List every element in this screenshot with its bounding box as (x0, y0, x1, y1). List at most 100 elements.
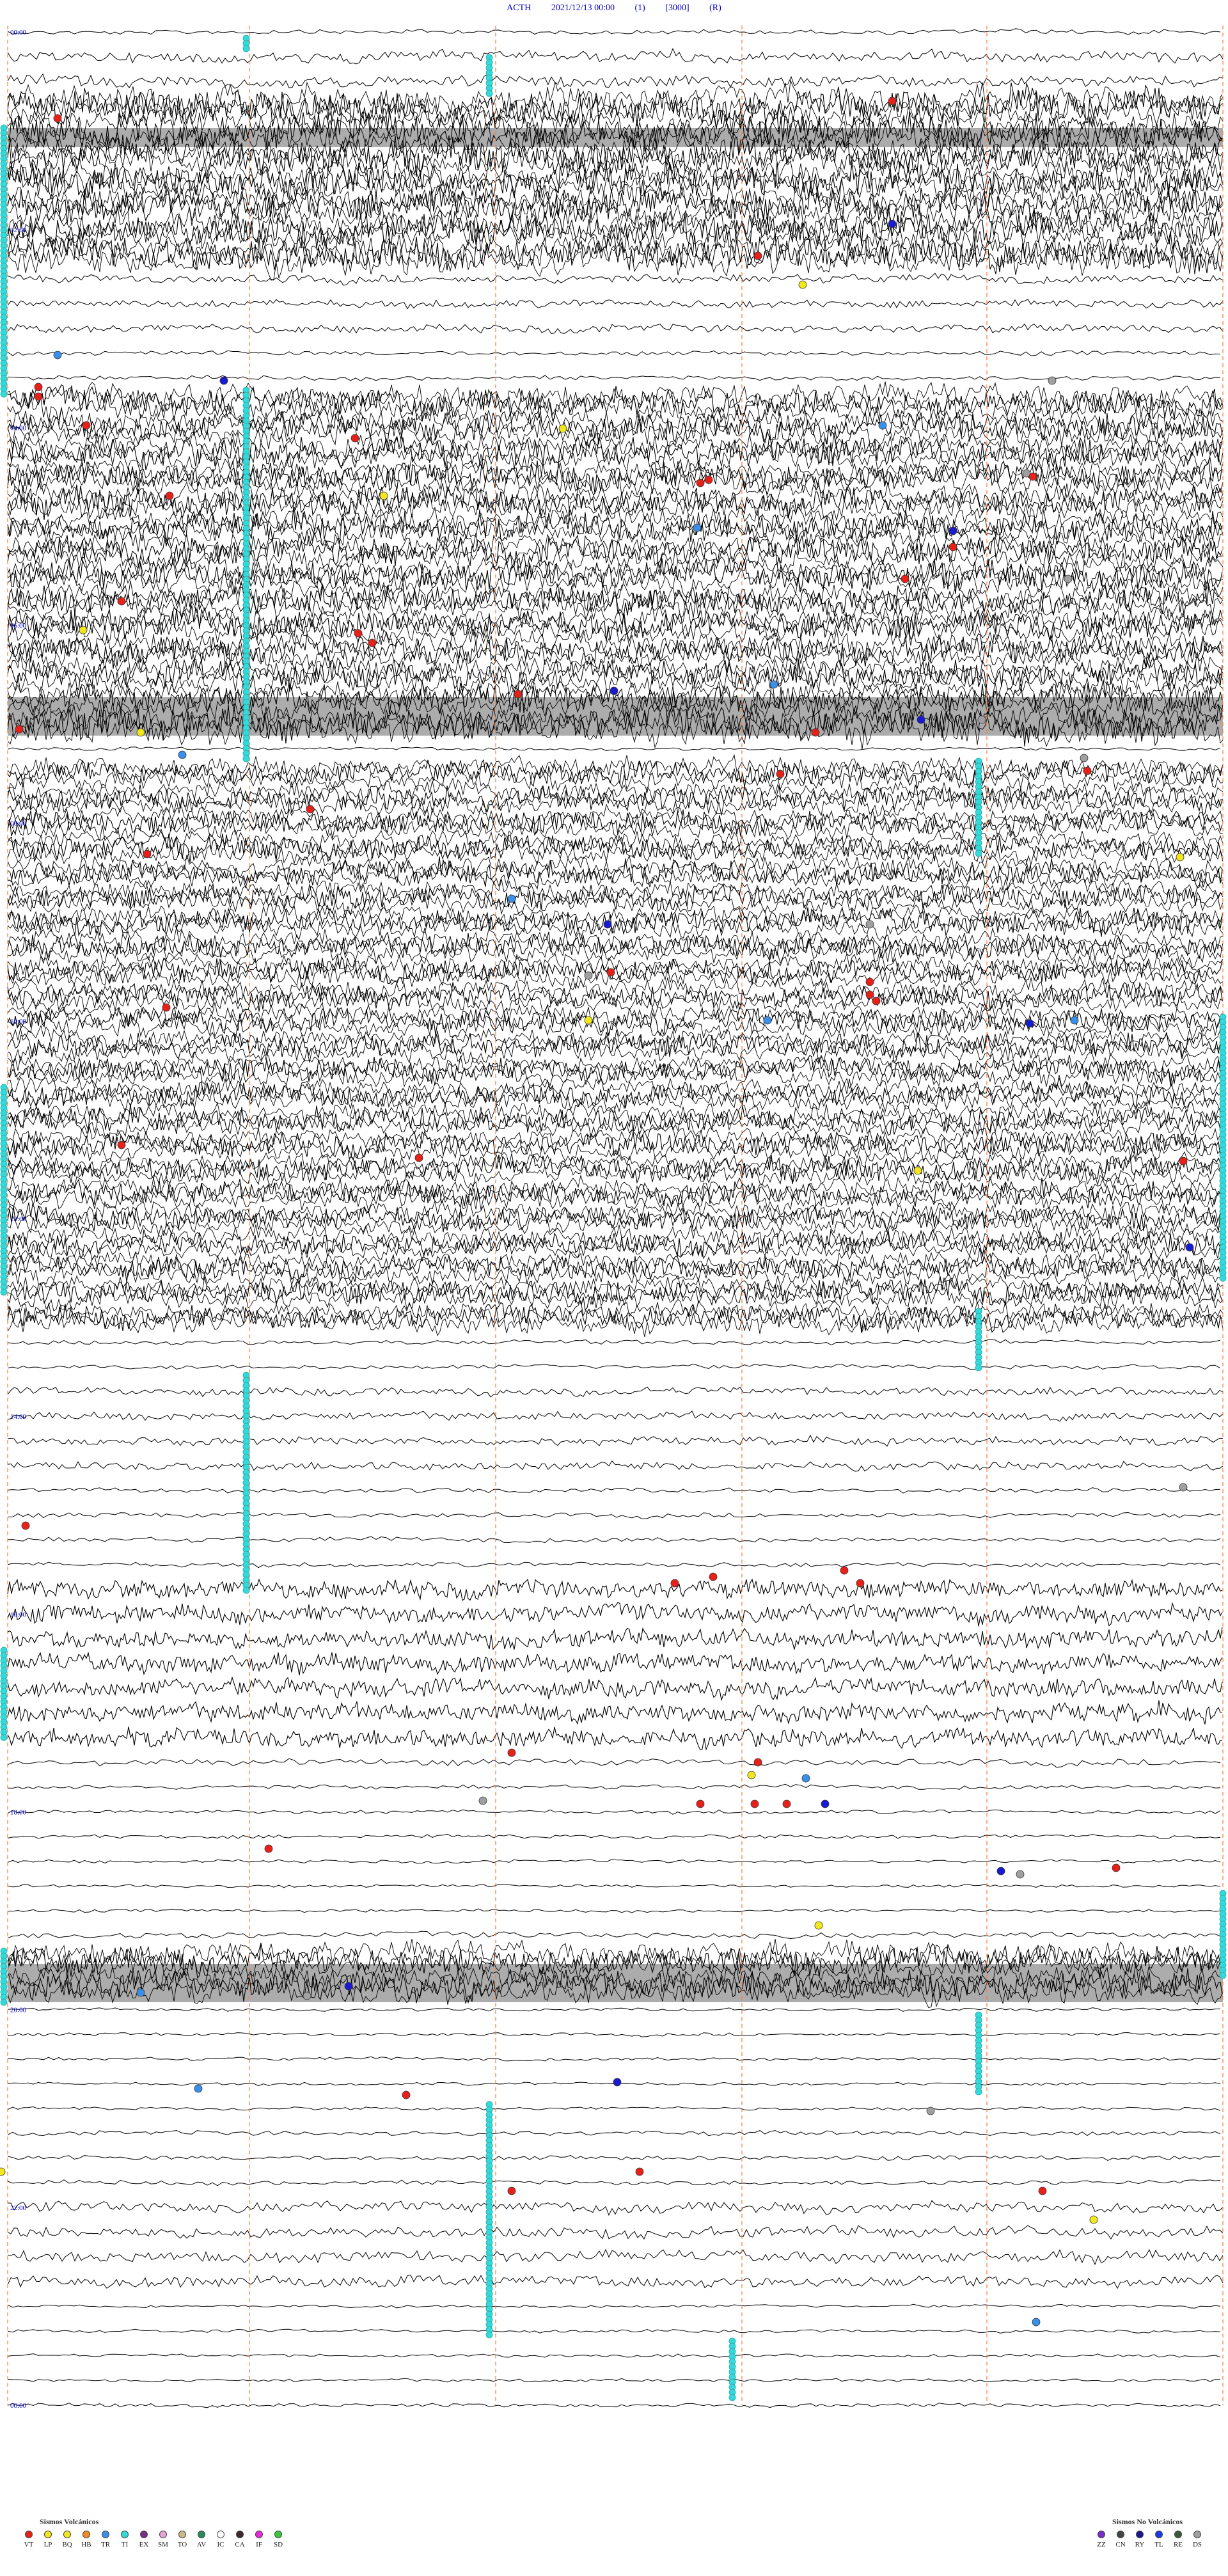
trace-line (7, 1460, 1224, 1472)
hour-label: 00:00 (10, 2402, 27, 2410)
legend-nonvolcanic-ds-color-dot (1193, 2531, 1201, 2538)
tremor-marker (1219, 1972, 1227, 1979)
trace-line (7, 759, 1223, 789)
legend-volcanic-ca-color-dot (236, 2531, 244, 2538)
legend-volcanic-tr-color-dot (102, 2531, 109, 2538)
legend-volcanic-title: Sismos Volcánicos (40, 2517, 99, 2526)
tremor-marker (1219, 1274, 1227, 1282)
event-marker (1080, 754, 1089, 763)
legend-volcanic-if-code: IF (256, 2541, 262, 2548)
event-marker (750, 1799, 759, 1808)
event-marker (478, 1796, 487, 1805)
legend-volcanic-item-ex: EX (134, 2531, 154, 2548)
hour-label: 16:00 (10, 1611, 27, 1618)
trace-line (7, 1578, 1223, 1601)
tremor-marker (242, 45, 250, 52)
legend-volcanic-hb-code: HB (81, 2541, 91, 2548)
event-marker (798, 280, 807, 289)
trace-line (7, 2378, 1221, 2383)
event-marker (136, 728, 145, 737)
trace-line (7, 2303, 1221, 2309)
trace-line (7, 803, 1224, 830)
legend-volcanic-ex-code: EX (139, 2541, 149, 2548)
event-marker (901, 574, 909, 583)
event-marker (949, 526, 957, 535)
tremor-marker (0, 1288, 8, 1296)
legend-volcanic-item-ca: CA (230, 2531, 249, 2548)
legend-volcanic-av-code: AV (196, 2541, 207, 2548)
trace-line (7, 1252, 1223, 1284)
event-marker (709, 1572, 718, 1581)
hour-label: 00:00 (10, 29, 27, 36)
hour-label: 10:00 (10, 1018, 27, 1025)
legend-volcanic-sm-color-dot (159, 2531, 167, 2538)
hour-label: 18:00 (10, 1809, 27, 1817)
tremor-marker (975, 849, 982, 857)
trace-line (7, 2106, 1221, 2111)
event-marker (379, 491, 388, 500)
tremor-marker (0, 1998, 8, 2006)
event-marker (996, 1867, 1005, 1876)
event-marker (34, 383, 43, 391)
event-marker (888, 219, 897, 228)
event-marker (165, 491, 174, 500)
trace-line (7, 981, 1223, 1012)
event-marker (949, 542, 957, 551)
event-marker (1025, 1019, 1034, 1028)
trace-line (7, 1676, 1223, 1702)
event-marker (117, 597, 126, 606)
trace-line (7, 990, 1224, 1015)
legend-nonvolcanic-item-re: RE (1169, 2531, 1188, 2548)
event-marker (926, 2106, 935, 2115)
legend-nonvolcanic-item-ry: RY (1130, 2531, 1149, 2548)
event-marker (79, 626, 88, 635)
minute-marker-lines (7, 26, 1224, 2405)
trace-line (7, 747, 1221, 752)
hour-label: 02:00 (10, 226, 27, 234)
legend-volcanic-bq-code: BQ (62, 2541, 72, 2548)
event-marker (865, 977, 874, 986)
legend-volcanic-sd-color-dot (274, 2531, 282, 2538)
event-marker (821, 1799, 830, 1808)
event-marker (814, 1921, 823, 1930)
trace-line (7, 1627, 1223, 1650)
trace-line (7, 410, 1223, 446)
trace-line (7, 1024, 1224, 1052)
event-marker (264, 1844, 273, 1853)
event-marker (15, 725, 24, 734)
legend-volcanic-if-color-dot (255, 2531, 263, 2538)
event-marker (194, 2084, 203, 2093)
event-marker (1064, 574, 1073, 583)
legend-volcanic-to-code: TO (177, 2541, 187, 2548)
event-marker (613, 2078, 622, 2087)
hour-label: 14:00 (10, 1413, 27, 1421)
event-marker (178, 750, 187, 759)
legend-volcanic-bq-color-dot (63, 2531, 71, 2538)
trace-line (7, 926, 1224, 955)
trace-line (7, 2328, 1221, 2334)
trace-line (7, 2179, 1221, 2186)
event-marker (1089, 2215, 1098, 2224)
trace-line (7, 1602, 1223, 1627)
trace-line (7, 1275, 1224, 1299)
trace-line (7, 1363, 1221, 1370)
event-marker (696, 1799, 705, 1808)
legend-volcanic-item-av: AV (192, 2531, 211, 2548)
trace-line (7, 1248, 1224, 1276)
trace-line (7, 1150, 1224, 1175)
tremor-marker (975, 1364, 982, 1371)
event-marker (776, 770, 785, 778)
legend-volcanic-item-if: IF (249, 2531, 269, 2548)
event-marker (53, 351, 62, 360)
trace-line (7, 2200, 1224, 2216)
legend-volcanic-items: VT LP BQ HB TR TI EX SM TO AV IC CA IF SD (19, 2531, 288, 2548)
legend-volcanic-ca-code: CA (235, 2541, 245, 2548)
trace-line (7, 1087, 1224, 1114)
event-marker (507, 2186, 516, 2195)
trace-line (7, 273, 1224, 286)
trace-line (7, 534, 1223, 569)
trace-line (7, 1809, 1221, 1815)
trace-line (7, 2353, 1221, 2358)
seismogram-drum: 00:00 02:00 04:00 06:00 08:00 10:00 12:00 14:00… (0, 26, 1227, 2410)
tremor-markers (0, 35, 1227, 2401)
